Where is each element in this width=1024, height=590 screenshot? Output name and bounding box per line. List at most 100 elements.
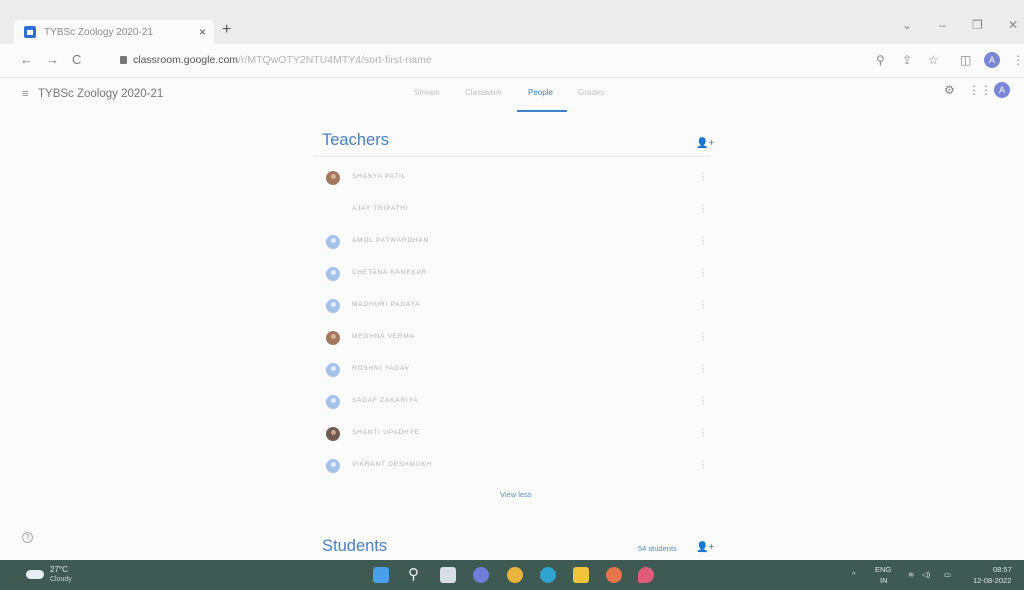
tab-search-icon[interactable]: ⌄ [902, 18, 912, 32]
teacher-row[interactable]: CHETANA KANEKAR ⋮ [326, 266, 708, 282]
share-icon[interactable]: ⇪ [902, 53, 912, 67]
tab-stream[interactable]: Stream [414, 88, 440, 97]
more-options-icon[interactable]: ⋮ [699, 299, 708, 310]
invite-student-icon[interactable]: 👤+ [696, 542, 714, 553]
teacher-avatar [326, 331, 340, 345]
teacher-row[interactable]: VIKRANT DESHMUKH ⋮ [326, 458, 708, 474]
teacher-name: MEGHNA VERMA [352, 333, 415, 340]
account-avatar[interactable]: A [994, 82, 1010, 98]
task-view-icon[interactable] [440, 567, 456, 583]
more-options-icon[interactable]: ⋮ [699, 235, 708, 246]
chrome-icon[interactable] [507, 567, 523, 583]
weather-temperature[interactable]: 27°C [50, 565, 68, 574]
start-windows-icon[interactable] [373, 567, 389, 583]
teacher-name: CHETANA KANEKAR [352, 269, 428, 276]
classroom-favicon-icon [24, 26, 36, 38]
teacher-avatar [326, 395, 340, 409]
tab-grades[interactable]: Grades [578, 88, 604, 97]
url-host: classroom.google.com [133, 54, 239, 66]
teacher-name: ROSHNI YADAV [352, 365, 410, 372]
url-path: /r/MTQwOTY2NTU4MTY4/sort-first-name [238, 54, 432, 66]
teacher-row[interactable]: SADAF ZAKARIYA ⋮ [326, 394, 708, 410]
teacher-avatar [326, 427, 340, 441]
clock-time[interactable]: 08:57 [993, 565, 1012, 574]
reload-button[interactable]: C [72, 52, 81, 67]
wifi-icon[interactable]: ≋ [908, 570, 914, 579]
teacher-row[interactable]: SHASYA PATIL ⋮ [326, 170, 708, 186]
teacher-row[interactable]: SHANTI UPADHYE ⋮ [326, 426, 708, 442]
restore-button[interactable]: ❐ [972, 18, 983, 32]
more-options-icon[interactable]: ⋮ [699, 459, 708, 470]
teacher-avatar [326, 267, 340, 281]
active-tab-indicator [517, 110, 567, 112]
teachers-divider [313, 156, 711, 157]
zoom-icon[interactable]: ⚲ [876, 53, 885, 67]
search-icon[interactable]: ⚲ [408, 565, 419, 583]
back-button[interactable]: ← [20, 52, 33, 67]
browser-menu-icon[interactable]: ⋮ [1012, 53, 1024, 67]
help-icon[interactable]: ? [22, 532, 33, 543]
tab-classwork[interactable]: Classwork [465, 88, 502, 97]
tab-people[interactable]: People [528, 88, 553, 97]
minimize-button[interactable]: – [939, 18, 946, 32]
teacher-avatar [326, 235, 340, 249]
volume-icon[interactable]: ◁) [922, 570, 930, 579]
profile-avatar[interactable]: A [984, 52, 1000, 68]
more-options-icon[interactable]: ⋮ [699, 427, 708, 438]
teacher-avatar [326, 203, 340, 217]
browser-tab[interactable]: TYBSc Zoology 2020-21 × [14, 20, 214, 44]
more-options-icon[interactable]: ⋮ [699, 203, 708, 214]
teacher-name: AMOL PATWARDHAN [352, 237, 430, 244]
edge-icon[interactable] [540, 567, 556, 583]
more-options-icon[interactable]: ⋮ [699, 331, 708, 342]
apps-grid-icon[interactable]: ⋮⋮ [968, 83, 992, 97]
class-title[interactable]: TYBSc Zoology 2020-21 [38, 88, 163, 100]
more-options-icon[interactable]: ⋮ [699, 267, 708, 278]
students-heading: Students [322, 537, 388, 555]
show-hidden-icons-chevron-icon[interactable]: ^ [852, 570, 856, 579]
browser-tabstrip: TYBSc Zoology 2020-21 × + ⌄ – ❐ ✕ [0, 0, 1024, 44]
region-code[interactable]: IN [880, 576, 888, 585]
firefox-icon[interactable] [606, 567, 622, 583]
more-options-icon[interactable]: ⋮ [699, 363, 708, 374]
teacher-avatar [326, 171, 340, 185]
weather-description[interactable]: Cloudy [50, 576, 72, 583]
close-window-button[interactable]: ✕ [1008, 18, 1018, 32]
teacher-name: AJAY TRIPATHI [352, 205, 409, 212]
teachers-heading: Teachers [322, 131, 389, 149]
teacher-row[interactable]: ROSHNI YADAV ⋮ [326, 362, 708, 378]
windows-taskbar: 27°C Cloudy ⚲ ^ ENG IN ≋ ◁) ▭ 08:57 12-0… [0, 560, 1024, 590]
teacher-row[interactable]: MEGHNA VERMA ⋮ [326, 330, 708, 346]
view-less-link[interactable]: View less [500, 490, 532, 499]
bookmark-star-icon[interactable]: ☆ [928, 53, 939, 67]
battery-icon[interactable]: ▭ [944, 570, 951, 579]
teacher-avatar [326, 299, 340, 313]
meet-chat-icon[interactable] [473, 567, 489, 583]
teacher-name: MADHURI PADAYA [352, 301, 421, 308]
cloud-icon[interactable] [26, 570, 44, 579]
more-options-icon[interactable]: ⋮ [699, 395, 708, 406]
teacher-row[interactable]: AMOL PATWARDHAN ⋮ [326, 234, 708, 250]
teacher-name: SHASYA PATIL [352, 173, 407, 180]
more-options-icon[interactable]: ⋮ [699, 171, 708, 182]
teacher-row[interactable]: AJAY TRIPATHI ⋮ [326, 202, 708, 218]
tab-title: TYBSc Zoology 2020-21 [44, 26, 153, 38]
invite-teacher-icon[interactable]: 👤+ [696, 138, 714, 149]
file-explorer-icon[interactable] [573, 567, 589, 583]
classroom-header: ≡ TYBSc Zoology 2020-21 Stream Classwork… [0, 78, 1024, 114]
side-panel-icon[interactable]: ◫ [960, 53, 971, 67]
teacher-row[interactable]: MADHURI PADAYA ⋮ [326, 298, 708, 314]
forward-button[interactable]: → [46, 52, 59, 67]
students-count: 54 students [638, 544, 677, 553]
address-bar-row: ← → C classroom.google.com/r/MTQwOTY2NTU… [0, 44, 1024, 78]
new-tab-button[interactable]: + [222, 21, 231, 39]
app-icon[interactable] [638, 567, 654, 583]
lock-icon [120, 56, 127, 64]
url-field[interactable]: classroom.google.com/r/MTQwOTY2NTU4MTY4/… [120, 54, 432, 66]
teacher-avatar [326, 363, 340, 377]
close-tab-icon[interactable]: × [199, 25, 206, 39]
settings-gear-icon[interactable]: ⚙ [944, 83, 955, 97]
clock-date[interactable]: 12-08-2022 [973, 576, 1011, 585]
language-code[interactable]: ENG [875, 565, 891, 574]
hamburger-menu-icon[interactable]: ≡ [22, 88, 28, 100]
